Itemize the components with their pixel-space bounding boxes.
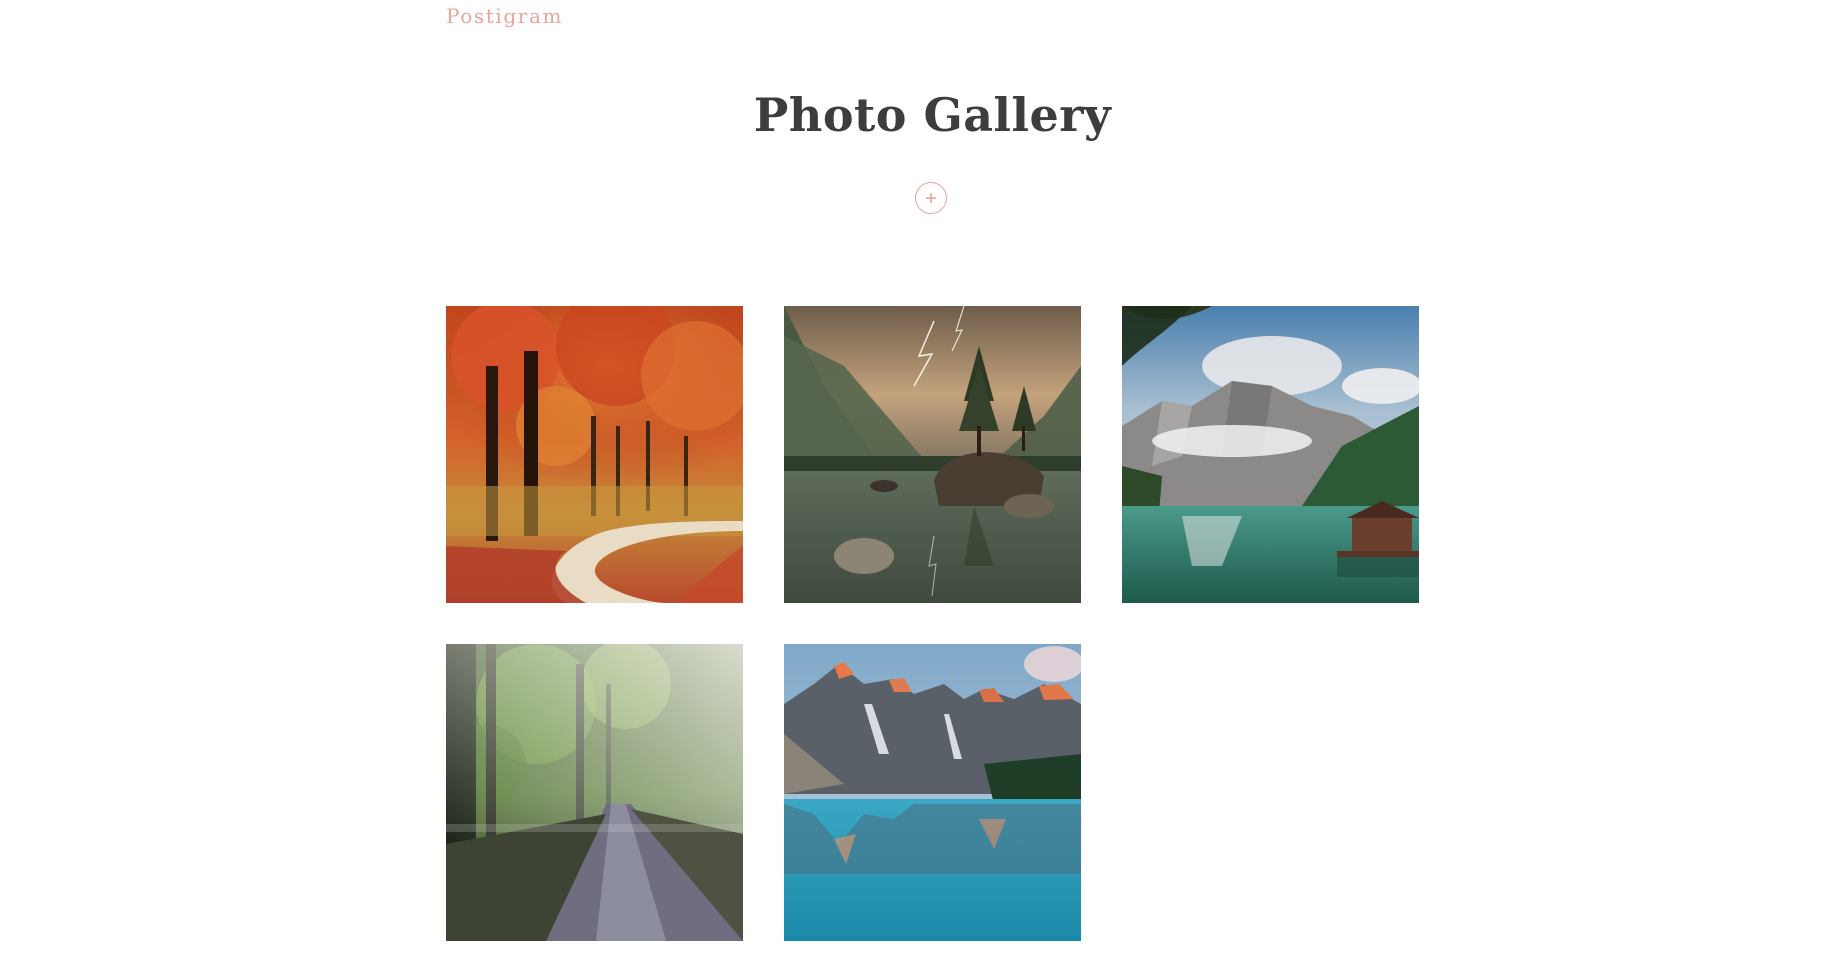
page-title: Photo Gallery (753, 88, 1112, 142)
photo-turquoise-lake[interactable] (784, 644, 1081, 941)
photo-forest-road[interactable] (446, 644, 743, 941)
add-photo-button[interactable] (915, 182, 947, 214)
photo-autumn-forest[interactable] (446, 306, 743, 603)
photo-grid (446, 306, 1421, 941)
brand-logo-link[interactable]: Postigram (446, 4, 563, 28)
photo-mountain-cabin[interactable] (1122, 306, 1419, 603)
photo-lightning-lake[interactable] (784, 306, 1081, 603)
plus-icon (924, 191, 938, 205)
